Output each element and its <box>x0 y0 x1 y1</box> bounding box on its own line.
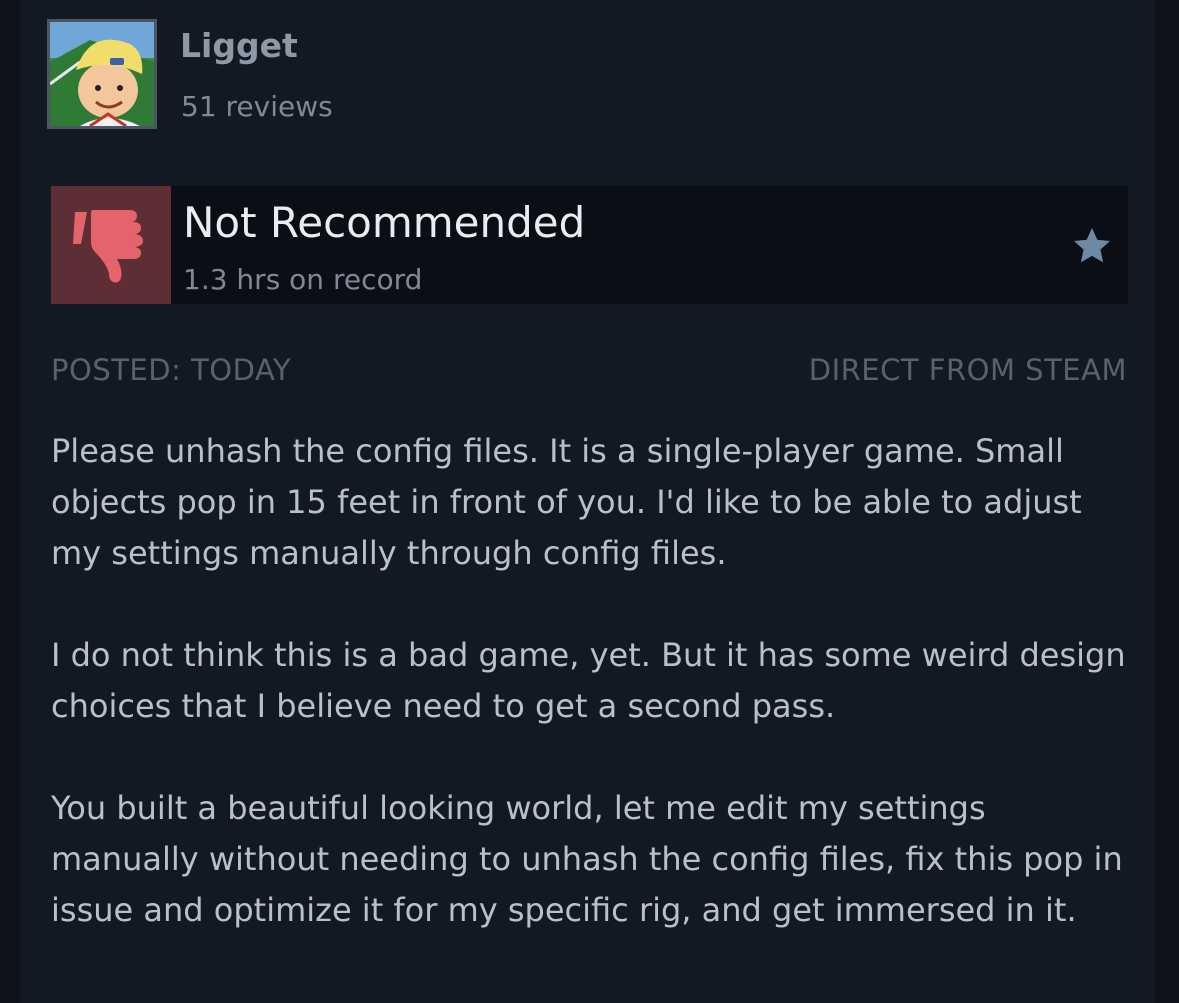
thumbs-down-icon <box>73 210 143 283</box>
review-paragraph: You built a beautiful looking world, let… <box>51 789 1123 929</box>
reviewer-review-count[interactable]: 51 reviews <box>181 90 333 123</box>
posted-date: POSTED: TODAY <box>51 353 292 387</box>
rating-bar: Not Recommended 1.3 hrs on record <box>51 186 1128 304</box>
review-verdict: Not Recommended <box>183 198 586 247</box>
review-paragraph: I do not think this is a bad game, yet. … <box>51 636 1126 725</box>
review-paragraph: Please unhash the config files. It is a … <box>51 432 1082 572</box>
avatar-image <box>50 22 154 126</box>
playtime-on-record: 1.3 hrs on record <box>183 263 423 296</box>
review-source: DIRECT FROM STEAM <box>808 353 1127 387</box>
avatar[interactable] <box>47 19 157 129</box>
thumb-box <box>51 186 171 304</box>
reviewer-name[interactable]: Ligget <box>180 26 298 65</box>
star-icon[interactable] <box>1070 224 1114 268</box>
review-body: Please unhash the config files. It is a … <box>51 426 1141 936</box>
